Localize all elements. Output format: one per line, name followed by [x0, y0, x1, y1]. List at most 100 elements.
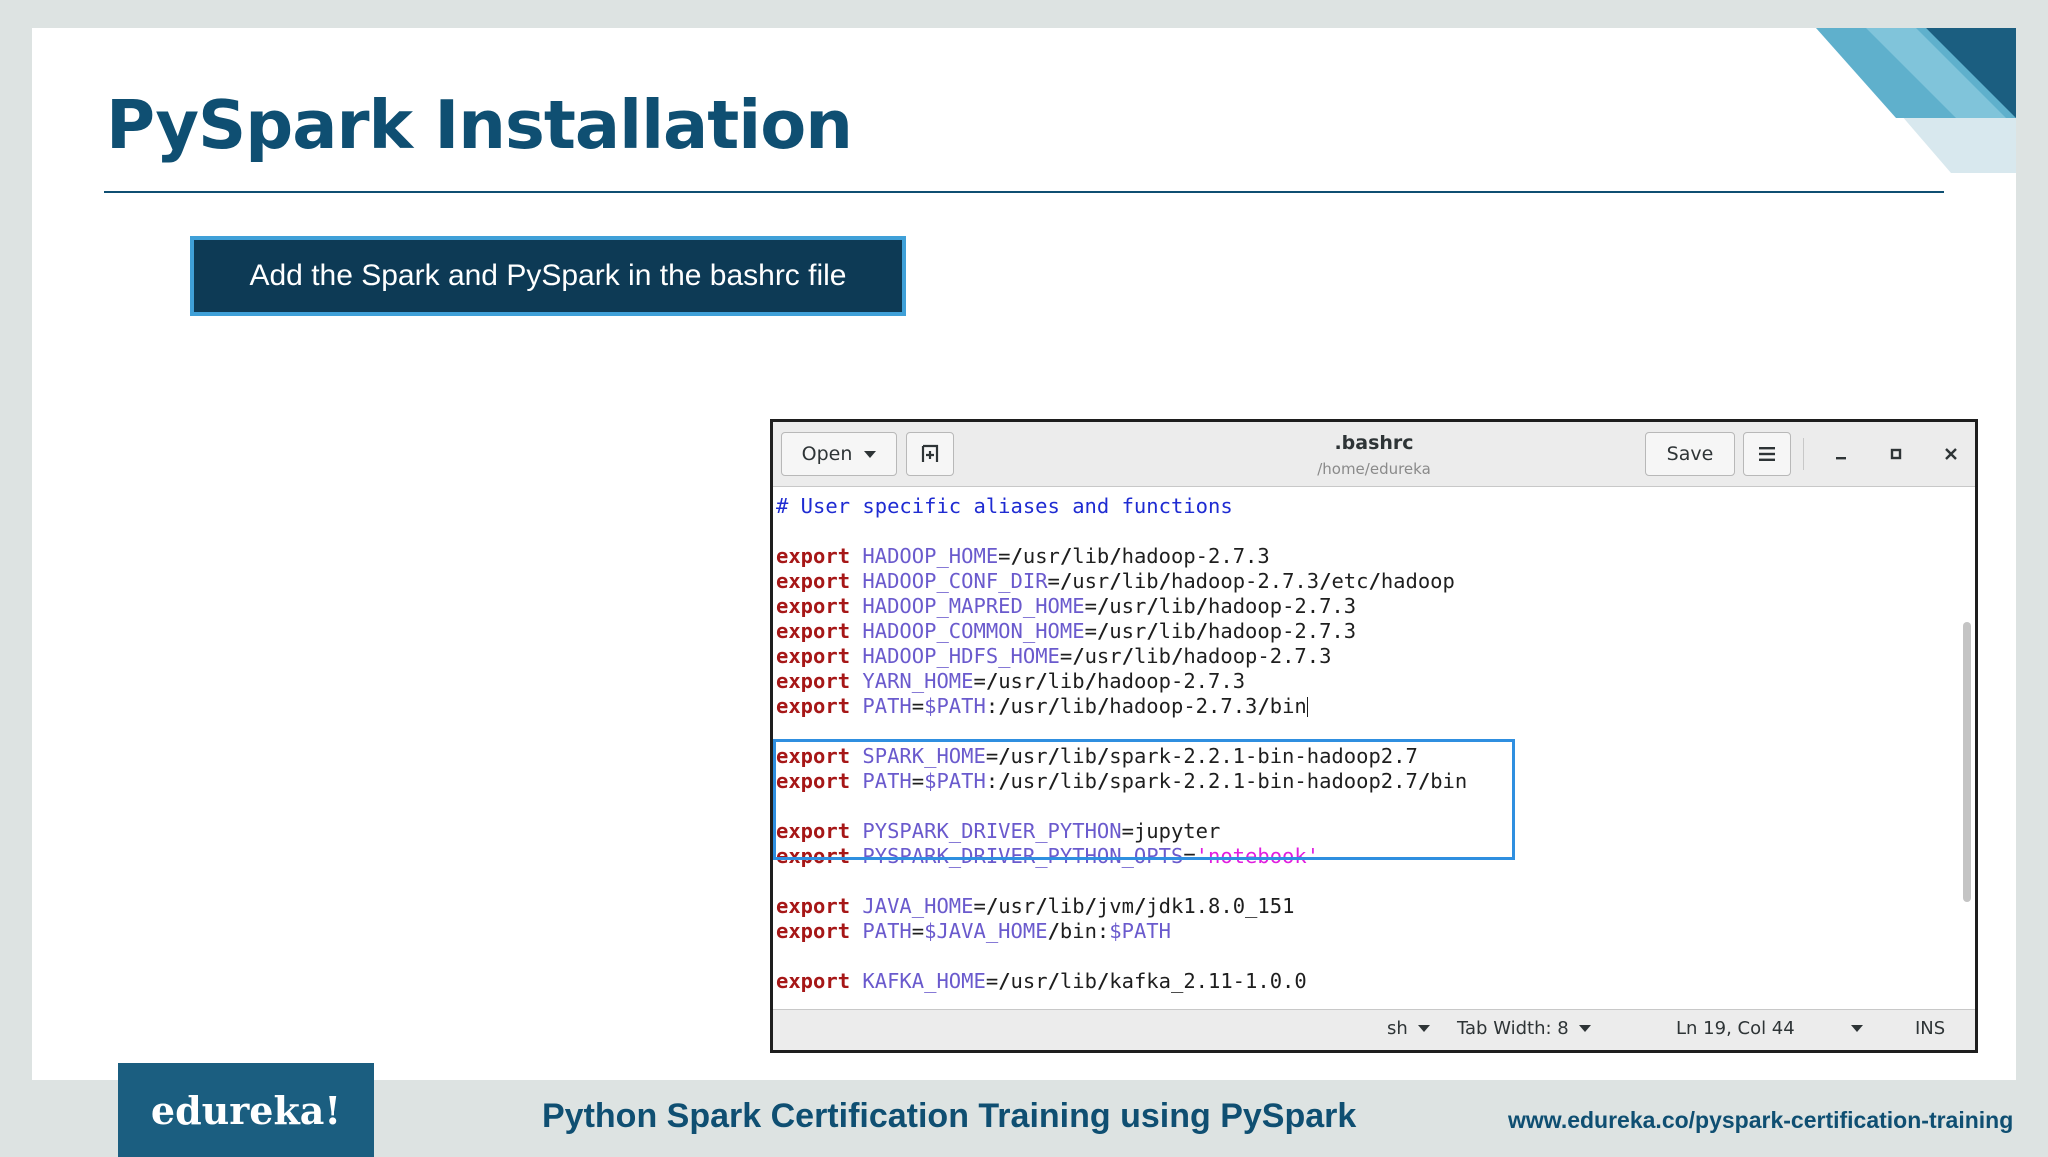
close-button[interactable]: [1935, 438, 1967, 470]
code-token: usr: [1010, 694, 1048, 718]
corner-decoration: [1816, 28, 2016, 173]
code-token: :: [985, 694, 999, 718]
code-token: /: [1195, 619, 1209, 643]
code-token: /: [1109, 544, 1122, 568]
code-token: usr: [998, 669, 1036, 693]
code-token: lib: [1158, 619, 1196, 643]
code-token: =: [985, 969, 999, 993]
code-token: /: [1047, 694, 1060, 718]
menu-button[interactable]: [1743, 432, 1791, 476]
code-token: hadoop-2.7.3: [1096, 669, 1246, 693]
code-token: =: [1047, 569, 1060, 593]
code-token: lib: [1133, 644, 1171, 668]
code-token: lib: [1059, 769, 1097, 793]
code-token: usr: [1022, 544, 1060, 568]
language-selector[interactable]: sh: [1387, 1018, 1430, 1039]
code-token: /: [1257, 694, 1270, 718]
code-text-area[interactable]: # User specific aliases and functions exp…: [776, 486, 1955, 1010]
code-token: kafka_2.11-1.0.0: [1109, 969, 1307, 993]
course-title: Python Spark Certification Training usin…: [542, 1097, 1357, 1135]
close-icon: [1945, 448, 1957, 460]
maximize-icon: [1890, 448, 1902, 460]
code-token: =: [1121, 819, 1134, 843]
code-token: usr: [1072, 569, 1110, 593]
course-url[interactable]: www.edureka.co/pyspark-certification-tra…: [1508, 1107, 2013, 1134]
code-token: /: [998, 769, 1011, 793]
code-token: /: [1121, 644, 1134, 668]
code-token: # User specific aliases and functions: [776, 494, 1233, 518]
cursor-position-label: Ln 19, Col 44: [1676, 1018, 1795, 1039]
minimize-icon: [1836, 457, 1846, 460]
hamburger-menu-icon: [1759, 447, 1775, 461]
code-token: /: [1035, 894, 1048, 918]
code-token: /: [1096, 969, 1110, 993]
title-divider: [104, 191, 1944, 193]
save-button[interactable]: Save: [1645, 432, 1735, 476]
code-token: =: [973, 894, 986, 918]
code-token: =: [973, 669, 986, 693]
code-token: $PATH: [924, 769, 986, 793]
code-token: /: [1158, 569, 1171, 593]
code-line: export HADOOP_COMMON_HOME=/usr/lib/hadoo…: [776, 619, 1955, 644]
status-bar: sh Tab Width: 8 Ln 19, Col 44 INS: [773, 1009, 1975, 1050]
tab-width-label: Tab Width: 8: [1457, 1018, 1569, 1039]
maximize-button[interactable]: [1880, 438, 1912, 470]
insert-mode-indicator[interactable]: INS: [1915, 1018, 1945, 1039]
code-token: hadoop-2.7.3: [1109, 694, 1258, 718]
code-line: export HADOOP_CONF_DIR=/usr/lib/hadoop-2…: [776, 569, 1955, 594]
code-token: PYSPARK_DRIVER_PYTHON: [862, 819, 1122, 843]
code-token: lib: [1059, 969, 1097, 993]
code-token: HADOOP_CONF_DIR: [862, 569, 1048, 593]
code-token: export: [776, 819, 851, 843]
code-token: /: [1059, 544, 1073, 568]
code-token: PYSPARK_DRIVER_PYTHON_OPTS: [862, 844, 1184, 868]
code-token: lib: [1047, 894, 1085, 918]
code-token: spark-2.2.1-bin-hadoop2.7: [1109, 744, 1418, 768]
code-token: export: [776, 644, 851, 668]
code-token: SPARK_HOME: [862, 744, 986, 768]
minimize-button[interactable]: [1825, 438, 1857, 470]
code-token: /: [985, 894, 999, 918]
code-token: PATH: [862, 694, 912, 718]
code-token: export: [776, 669, 851, 693]
code-token: /: [1368, 569, 1381, 593]
code-token: HADOOP_HOME: [862, 544, 999, 568]
code-token: usr: [1010, 969, 1048, 993]
cursor-position-selector[interactable]: Ln 19, Col 44: [1676, 1018, 1863, 1039]
code-token: =: [985, 744, 999, 768]
code-token: /: [1096, 744, 1110, 768]
code-token: /: [1133, 894, 1147, 918]
tab-width-selector[interactable]: Tab Width: 8: [1457, 1018, 1591, 1039]
code-token: lib: [1072, 544, 1110, 568]
code-line: export PYSPARK_DRIVER_PYTHON_OPTS='noteb…: [776, 844, 1955, 869]
code-token: /: [1047, 769, 1060, 793]
code-token: jupyter: [1133, 819, 1221, 843]
code-line: export HADOOP_HOME=/usr/lib/hadoop-2.7.3: [776, 544, 1955, 569]
chevron-down-icon: [1578, 1025, 1591, 1032]
code-token: =: [1084, 619, 1097, 643]
code-token: =: [998, 544, 1011, 568]
code-token: /: [985, 669, 999, 693]
code-token: JAVA_HOME: [862, 894, 974, 918]
code-token: hadoop-2.7.3: [1170, 569, 1320, 593]
code-token: usr: [1010, 769, 1048, 793]
code-token: hadoop-2.7.3: [1121, 544, 1270, 568]
code-token: =: [911, 694, 925, 718]
code-token: PATH: [862, 919, 912, 943]
vertical-scrollbar[interactable]: [1963, 622, 1971, 902]
code-token: /: [1096, 694, 1110, 718]
code-token: $PATH: [924, 694, 986, 718]
code-token: /: [1319, 569, 1332, 593]
code-token: export: [776, 544, 851, 568]
